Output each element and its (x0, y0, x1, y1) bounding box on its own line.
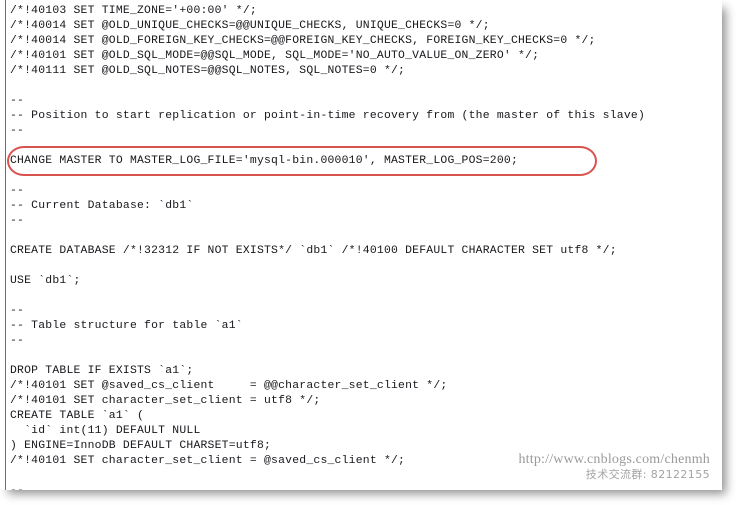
code-line: -- Position to start replication or poin… (10, 110, 645, 122)
code-line: -- Current Database: `db1` (10, 200, 194, 212)
code-line: -- (10, 125, 25, 137)
editor-gutter-rule (5, 0, 6, 490)
code-line: CREATE TABLE `a1` ( (10, 410, 145, 422)
code-line: `id` int(11) DEFAULT NULL (10, 425, 201, 437)
code-line: -- (10, 95, 25, 107)
watermark-url-text: http://www.cnblogs.com/chenmh (518, 452, 710, 467)
code-line: /*!40101 SET @saved_cs_client = @@charac… (10, 380, 448, 392)
code-line: /*!40101 SET character_set_client = utf8… (10, 395, 321, 407)
code-line: /*!40103 SET TIME_ZONE='+00:00' */; (10, 5, 257, 17)
code-line: /*!40014 SET @OLD_FOREIGN_KEY_CHECKS=@@F… (10, 35, 596, 47)
code-line: -- (10, 185, 25, 197)
code-line: DROP TABLE IF EXISTS `a1`; (10, 365, 194, 377)
watermark-qq-group-text: 技术交流群: 82122155 (585, 468, 710, 481)
code-line: CHANGE MASTER TO MASTER_LOG_FILE='mysql-… (10, 155, 518, 167)
code-line: CREATE DATABASE /*!32312 IF NOT EXISTS*/… (10, 245, 617, 257)
sql-document-panel[interactable]: /*!40103 SET TIME_ZONE='+00:00' */; /*!40… (0, 0, 722, 490)
code-line: -- (10, 215, 25, 227)
code-line: -- (10, 305, 25, 317)
code-line: /*!40014 SET @OLD_UNIQUE_CHECKS=@@UNIQUE… (10, 20, 490, 32)
code-line: USE `db1`; (10, 275, 81, 287)
code-line: /*!40111 SET @OLD_SQL_NOTES=@@SQL_NOTES,… (10, 65, 406, 77)
code-line: -- Table structure for table `a1` (10, 320, 243, 332)
code-line: -- (10, 335, 25, 347)
code-line: -- (10, 484, 716, 490)
code-line: /*!40101 SET @OLD_SQL_MODE=@@SQL_MODE, S… (10, 50, 540, 62)
watermark: http://www.cnblogs.com/chenmh 技术交流群: 821… (518, 452, 710, 482)
sql-code-listing[interactable]: /*!40103 SET TIME_ZONE='+00:00' */; /*!40… (10, 4, 716, 490)
screenshot-root: /*!40103 SET TIME_ZONE='+00:00' */; /*!40… (0, 0, 750, 505)
